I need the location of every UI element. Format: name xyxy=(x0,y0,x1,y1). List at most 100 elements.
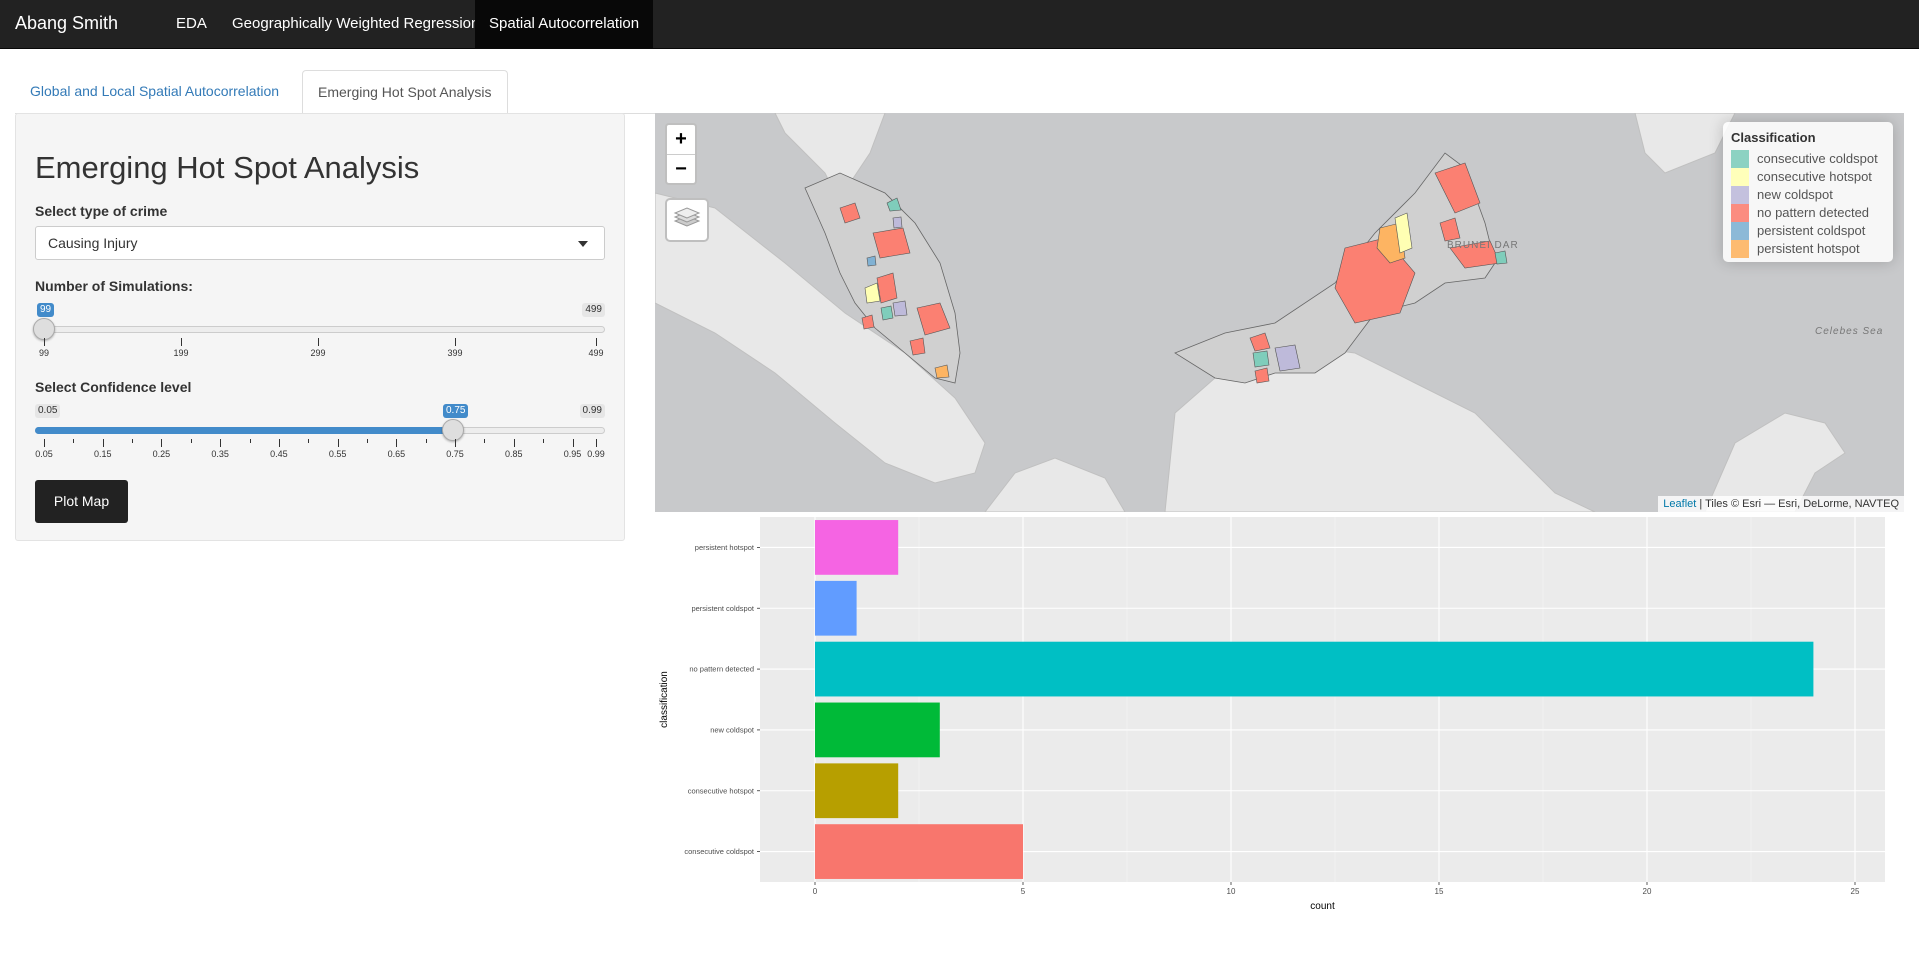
philippines-land xyxy=(1634,113,1736,174)
slider-tick-label: 0.55 xyxy=(328,449,347,459)
slider-tick-label: 0.35 xyxy=(211,449,229,459)
nav-item-gwr[interactable]: Geographically Weighted Regression xyxy=(218,0,493,48)
tab-global-local[interactable]: Global and Local Spatial Autocorrelation xyxy=(15,70,294,113)
x-tick-label: 15 xyxy=(1435,887,1444,896)
slider-max: 0.99 xyxy=(579,404,605,418)
tab-emerging-hot-spot[interactable]: Emerging Hot Spot Analysis xyxy=(302,70,508,114)
slider-tick xyxy=(220,439,222,447)
legend-swatch xyxy=(1731,168,1749,186)
slider-tick xyxy=(161,439,163,447)
slider-fill xyxy=(35,427,453,434)
zoom-control: + − xyxy=(665,123,697,185)
slider-value: 99 xyxy=(37,303,55,317)
crime-label: Select type of crime xyxy=(35,203,168,219)
nav-item-eda[interactable]: EDA xyxy=(162,0,221,48)
slider-handle[interactable] xyxy=(442,419,464,441)
slider-tick-label: 0.05 xyxy=(35,449,53,459)
x-tick-label: 10 xyxy=(1227,887,1236,896)
bar xyxy=(815,702,940,758)
layers-button[interactable] xyxy=(665,198,709,242)
slider-tick xyxy=(513,439,515,447)
slider-handle[interactable] xyxy=(33,318,55,340)
slider-track xyxy=(35,326,605,333)
slider-tick xyxy=(102,439,104,447)
map-region xyxy=(876,272,898,304)
java-land xyxy=(984,457,1126,512)
caret-down-icon xyxy=(578,241,588,247)
plot-map-button[interactable]: Plot Map xyxy=(35,480,128,523)
slider-tick xyxy=(455,439,457,447)
slider-minor-tick xyxy=(484,439,486,443)
panel-title: Emerging Hot Spot Analysis xyxy=(35,150,420,185)
x-tick-label: 25 xyxy=(1851,887,1860,896)
crime-select-value: Causing Injury xyxy=(48,235,138,251)
legend-item: persistent hotspot xyxy=(1731,240,1860,258)
x-tick-label: 20 xyxy=(1643,887,1652,896)
slider-tick xyxy=(318,338,319,346)
slider-tick xyxy=(396,439,398,447)
sidebar-panel: Emerging Hot Spot Analysis Select type o… xyxy=(15,113,625,541)
confidence-label: Select Confidence level xyxy=(35,379,192,395)
x-tick-label: 5 xyxy=(1021,887,1026,896)
slider-minor-tick xyxy=(543,439,545,443)
slider-tick-label: 299 xyxy=(310,348,326,358)
zoom-in-button[interactable]: + xyxy=(667,125,695,155)
slider-minor-tick xyxy=(73,439,75,443)
map-region xyxy=(1254,367,1270,384)
legend-item: new coldspot xyxy=(1731,186,1833,204)
map-region xyxy=(1252,350,1270,368)
slider-tick-label: 0.95 xyxy=(563,449,582,459)
tabset: Global and Local Spatial Autocorrelation… xyxy=(15,70,1904,114)
bar-chart: persistent hotspot persistent coldspot no … xyxy=(655,517,1904,917)
bar xyxy=(815,641,1814,697)
slider-tick xyxy=(596,338,597,346)
slider-value: 0.75 xyxy=(443,404,469,418)
slider-tick xyxy=(278,439,280,447)
simulations-slider[interactable]: 99 499 99 199 299 399 499 xyxy=(33,303,605,373)
map-region xyxy=(892,300,908,317)
slider-tick-label: 0.15 xyxy=(93,449,112,459)
attribution-text: | Tiles © Esri — Esri, DeLorme, NAVTEQ xyxy=(1696,498,1899,510)
map-container[interactable]: BRUNEI DAR Celebes Sea + − Classificatio… xyxy=(655,113,1904,512)
brand[interactable]: Abang Smith xyxy=(15,0,118,48)
nav-item-spatial-autocorrelation[interactable]: Spatial Autocorrelation xyxy=(475,0,654,48)
y-tick-label: new coldspot xyxy=(710,725,755,734)
legend-swatch xyxy=(1731,150,1749,168)
slider-tick-label: 199 xyxy=(173,348,189,358)
y-tick-label: persistent coldspot xyxy=(691,604,754,613)
crime-select[interactable]: Causing Injury xyxy=(35,226,605,260)
y-axis-label: classification xyxy=(659,671,670,728)
y-tick-label: consecutive hotspot xyxy=(688,786,755,795)
confidence-slider[interactable]: 0.05 0.75 0.99 0.05 0.15 0.25 0.35 0.45 0.55 0… xyxy=(35,404,605,474)
slider-minor-tick xyxy=(190,439,192,443)
slider-minor-tick xyxy=(366,439,368,443)
map-legend: Classification consecutive coldspot cons… xyxy=(1723,122,1893,262)
y-tick-label: consecutive coldspot xyxy=(684,847,755,856)
x-axis-label: count xyxy=(1310,901,1335,912)
legend-item: consecutive hotspot xyxy=(1731,168,1872,186)
slider-minor-tick xyxy=(308,439,310,443)
map-region xyxy=(909,337,926,356)
slider-max: 499 xyxy=(582,303,605,317)
map-basemap xyxy=(655,113,1846,512)
slider-tick xyxy=(181,338,182,346)
bar xyxy=(815,520,899,575)
slider-tick-label: 0.75 xyxy=(446,449,464,459)
slider-tick xyxy=(44,439,45,447)
zoom-out-button[interactable]: − xyxy=(667,155,695,184)
bar xyxy=(815,580,857,636)
bar-chart-svg: persistent hotspot persistent coldspot no … xyxy=(659,517,1885,912)
map-region xyxy=(892,216,903,229)
leaflet-link[interactable]: Leaflet xyxy=(1663,498,1696,510)
map-region xyxy=(866,255,877,267)
navbar: Abang Smith EDA Geographically Weighted … xyxy=(0,0,1919,49)
y-tick-label: no pattern detected xyxy=(689,665,754,674)
slider-tick-label: 99 xyxy=(38,348,50,358)
bar xyxy=(815,824,1023,879)
slider-tick xyxy=(455,338,456,346)
slider-minor-tick xyxy=(132,439,134,443)
bar xyxy=(815,763,899,819)
slider-tick xyxy=(572,439,574,447)
slider-tick xyxy=(596,439,597,447)
legend-swatch xyxy=(1731,222,1749,240)
